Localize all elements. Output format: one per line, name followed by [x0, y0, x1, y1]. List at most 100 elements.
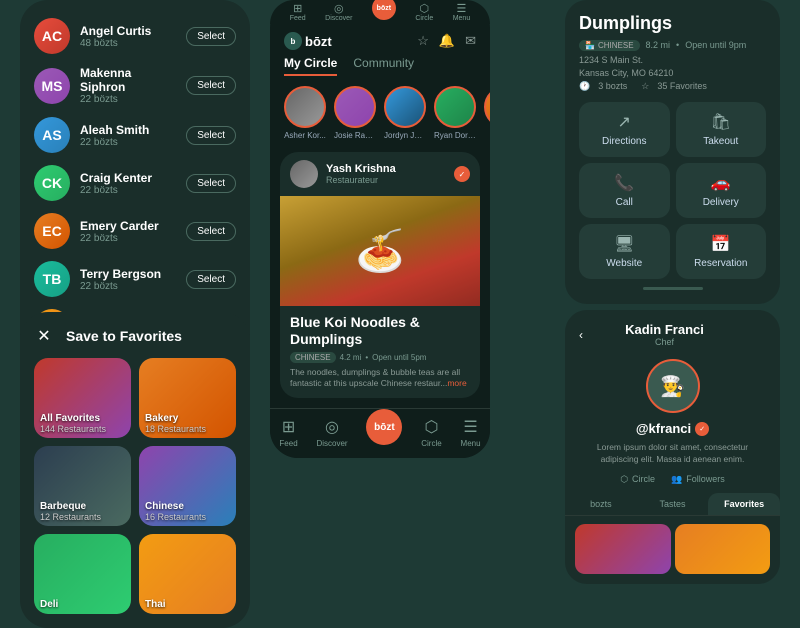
panel-header: ✕ Save to Favorites: [34, 326, 236, 346]
directions-tile[interactable]: ↗ Directions: [579, 102, 670, 157]
circle-avatar-item[interactable]: P...: [484, 86, 490, 140]
more-link[interactable]: more: [447, 378, 466, 388]
circle-avatar-item[interactable]: Asher Kor...: [284, 86, 326, 140]
favorites-category-item[interactable]: All Favorites 144 Restaurants: [34, 358, 131, 438]
takeout-tile[interactable]: 🛍 Takeout: [676, 102, 767, 157]
follower-name: Terry Bergson: [80, 267, 176, 281]
call-label: Call: [616, 197, 633, 208]
call-tile[interactable]: 📞 Call: [579, 163, 670, 218]
avatar: AS: [34, 117, 70, 153]
category-label: Thai: [145, 599, 166, 610]
profile-photo[interactable]: [675, 524, 771, 574]
followers-list: AC Angel Curtis 48 bözts Select MS Maken…: [20, 12, 250, 351]
bozt-button[interactable]: bōzt: [366, 409, 402, 445]
restaurant-meta: CHINESE 4.2 mi • Open until 5pm: [290, 352, 470, 363]
restaurant-description: The noodles, dumplings & bubble teas are…: [290, 367, 470, 391]
favorites-category-item[interactable]: Chinese 16 Restaurants: [139, 446, 236, 526]
select-button[interactable]: Select: [186, 222, 236, 241]
avatar: TB: [34, 261, 70, 297]
tab-community[interactable]: Community: [353, 56, 414, 76]
circle-member-name: Ryan Dorwart: [434, 131, 476, 140]
mini-feed-icon: ⊞: [293, 2, 302, 15]
followers-stat[interactable]: 👥 Followers: [671, 474, 725, 485]
category-name: Chinese: [145, 501, 206, 512]
tab-favorites[interactable]: Favorites: [708, 493, 780, 515]
mini-menu-label: Menu: [453, 15, 471, 22]
restaurant-title: Dumplings: [579, 14, 766, 34]
favorites-category-item[interactable]: Barbeque 12 Restaurants: [34, 446, 131, 526]
food-visual: [280, 196, 480, 306]
nav-discover[interactable]: ◎ Discover: [316, 417, 347, 448]
profile-name-block: Kadin Franci Chef: [591, 322, 738, 347]
mini-nav-feed[interactable]: ⊞ Feed: [290, 2, 306, 22]
follower-count: 22 bözts: [80, 233, 176, 244]
profile-name: Kadin Franci: [591, 322, 738, 337]
select-button[interactable]: Select: [186, 126, 236, 145]
select-button[interactable]: Select: [186, 174, 236, 193]
favorites-count: 35 Favorites: [657, 81, 707, 91]
circle-avatar: [384, 86, 426, 128]
nav-menu[interactable]: ☰ Menu: [461, 417, 481, 448]
follower-count: 22 bözts: [80, 281, 176, 292]
distance-text: 4.2 mi: [340, 353, 362, 362]
favorites-category-item[interactable]: Bakery 18 Restaurants: [139, 358, 236, 438]
star-icon[interactable]: ☆: [417, 33, 429, 49]
circle-avatar-item[interactable]: Josie Ramie...: [334, 86, 376, 140]
mini-nav-menu[interactable]: ☰ Menu: [453, 2, 471, 22]
circle-avatars: Asher Kor... Josie Ramie... Jordyn Jones…: [270, 86, 490, 140]
select-button[interactable]: Select: [186, 270, 236, 289]
follow-stats: ⬡ Circle 👥 Followers: [565, 474, 780, 485]
nav-feed[interactable]: ⊞ Feed: [279, 417, 297, 448]
favorites-grid: All Favorites 144 Restaurants Bakery 18 …: [34, 358, 236, 614]
directions-label: Directions: [602, 136, 646, 147]
avatar: EC: [34, 213, 70, 249]
panel-title: Save to Favorites: [66, 328, 182, 344]
circle-avatar: [284, 86, 326, 128]
category-label: Bakery 18 Restaurants: [145, 413, 206, 434]
bozt-count: 3 bozts: [598, 81, 627, 91]
nav-circle[interactable]: ⬡ Circle: [421, 417, 441, 448]
mini-circle-icon: ⬡: [419, 2, 429, 15]
tab-bozts[interactable]: bozts: [565, 493, 637, 515]
mini-bozt-button[interactable]: bōzt: [372, 0, 396, 20]
delivery-icon: 🚗: [711, 173, 731, 193]
mini-nav-circle[interactable]: ⬡ Circle: [415, 2, 433, 22]
feed-card[interactable]: Yash Krishna Restaurateur ✓ Blue Koi Noo…: [280, 152, 480, 398]
profile-photo[interactable]: [575, 524, 671, 574]
action-grid: ↗ Directions 🛍 Takeout 📞 Call 🚗 Delivery…: [579, 102, 766, 279]
circle-stat[interactable]: ⬡ Circle: [620, 474, 655, 485]
tab-tastes[interactable]: Tastes: [637, 493, 709, 515]
select-button[interactable]: Select: [186, 27, 236, 46]
feed-header: b bōzt ☆ 🔔 ✉: [270, 24, 490, 56]
category-name: Deli: [40, 599, 58, 610]
follower-item: AS Aleah Smith 22 bözts Select: [20, 111, 250, 159]
send-icon[interactable]: ✉: [465, 33, 476, 49]
nav-bozt[interactable]: bōzt: [366, 417, 402, 448]
address-line2: Kansas City, MO 64210: [579, 68, 766, 78]
category-count: 16 Restaurants: [145, 512, 206, 522]
website-tile[interactable]: 🖥 Website: [579, 224, 670, 279]
feed-icon: ⊞: [282, 417, 295, 437]
follower-item: AC Angel Curtis 48 bözts Select: [20, 12, 250, 60]
mini-nav-discover[interactable]: ◎ Discover: [325, 2, 352, 22]
follower-item: CK Craig Kenter 22 bözts Select: [20, 159, 250, 207]
feed-user-avatar: [290, 160, 318, 188]
tab-my-circle[interactable]: My Circle: [284, 56, 337, 76]
category-name: Thai: [145, 599, 166, 610]
favorites-category-item[interactable]: Deli: [34, 534, 131, 614]
followers-stat-label: Followers: [686, 474, 725, 484]
bozt-favorites-row: 🕐 3 bozts ☆ 35 Favorites: [579, 81, 766, 92]
close-icon[interactable]: ✕: [34, 326, 54, 346]
select-button[interactable]: Select: [186, 76, 236, 95]
reservation-tile[interactable]: 📅 Reservation: [676, 224, 767, 279]
favorites-category-item[interactable]: Thai: [139, 534, 236, 614]
bell-icon[interactable]: 🔔: [439, 33, 455, 49]
mini-circle-label: Circle: [415, 15, 433, 22]
circle-avatar-item[interactable]: Ryan Dorwart: [434, 86, 476, 140]
mini-discover-icon: ◎: [334, 2, 344, 15]
follower-info: Emery Carder 22 bözts: [80, 219, 176, 244]
back-icon[interactable]: ‹: [579, 328, 583, 342]
circle-avatar-item[interactable]: Jordyn Jones: [384, 86, 426, 140]
category-label: Chinese 16 Restaurants: [145, 501, 206, 522]
delivery-tile[interactable]: 🚗 Delivery: [676, 163, 767, 218]
